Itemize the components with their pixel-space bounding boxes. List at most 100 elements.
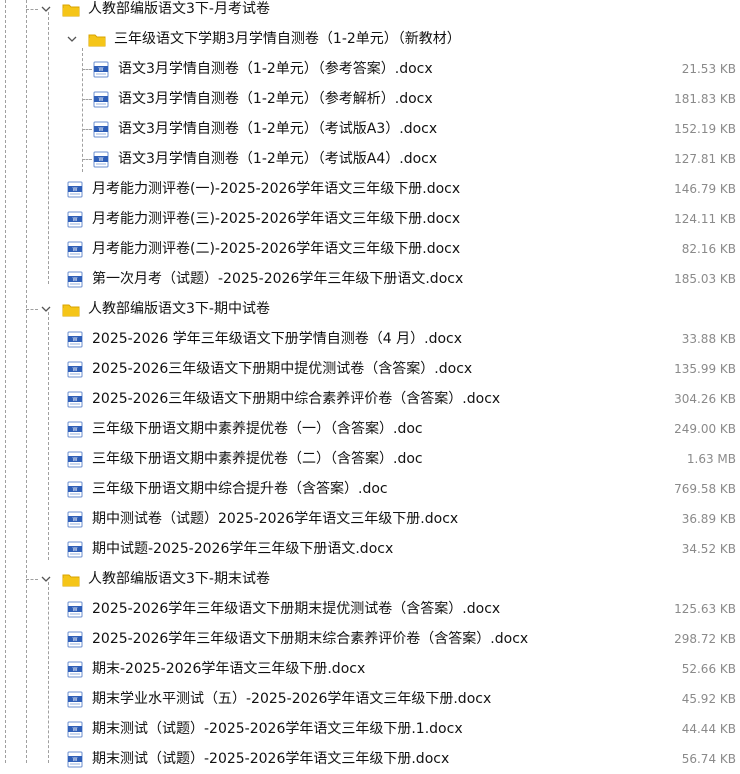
svg-text:W: W bbox=[73, 697, 78, 703]
file-size: 124.11 KB bbox=[674, 212, 736, 226]
file-name: 月考能力测评卷(一)-2025-2026学年语文三年级下册.docx bbox=[92, 181, 461, 197]
tree-file-row[interactable]: W 2025-2026 学年三年级语文下册学情自测卷（4 月）.docx 33.8… bbox=[0, 324, 740, 354]
file-size: 769.58 KB bbox=[674, 482, 736, 496]
word-document-icon: W bbox=[92, 60, 110, 78]
file-name: 第一次月考（试题）-2025-2026学年三年级下册语文.docx bbox=[92, 271, 464, 287]
word-document-icon: W bbox=[66, 600, 84, 618]
svg-text:W: W bbox=[73, 667, 78, 673]
tree-file-row[interactable]: W 三年级下册语文期中综合提升卷（含答案）.doc 769.58 KB bbox=[0, 474, 740, 504]
svg-text:W: W bbox=[99, 127, 104, 133]
word-document-icon: W bbox=[66, 390, 84, 408]
folder-name: 人教部编版语文3下-期中试卷 bbox=[88, 301, 270, 317]
tree-file-row[interactable]: W 期末测试（试题）-2025-2026学年语文三年级下册.1.docx 44.4… bbox=[0, 714, 740, 744]
chevron-down-icon[interactable] bbox=[38, 301, 54, 317]
tree-file-row[interactable]: W 三年级下册语文期中素养提优卷（一）（含答案）.doc 249.00 KB bbox=[0, 414, 740, 444]
file-size: 152.19 KB bbox=[674, 122, 736, 136]
tree-connector-line bbox=[26, 579, 38, 580]
svg-text:W: W bbox=[99, 67, 104, 73]
tree-file-row[interactable]: W 三年级下册语文期中素养提优卷（二）（含答案）.doc 1.63 MB bbox=[0, 444, 740, 474]
svg-text:W: W bbox=[73, 607, 78, 613]
word-document-icon: W bbox=[66, 240, 84, 258]
word-document-icon: W bbox=[66, 360, 84, 378]
svg-text:W: W bbox=[73, 757, 78, 763]
word-document-icon: W bbox=[66, 480, 84, 498]
file-name: 月考能力测评卷(二)-2025-2026学年语文三年级下册.docx bbox=[92, 241, 461, 257]
svg-text:W: W bbox=[73, 337, 78, 343]
word-document-icon: W bbox=[66, 750, 84, 768]
svg-text:W: W bbox=[73, 397, 78, 403]
svg-text:W: W bbox=[73, 517, 78, 523]
tree-connector-line bbox=[26, 309, 38, 310]
file-size: 44.44 KB bbox=[681, 722, 736, 736]
file-size: 45.92 KB bbox=[681, 692, 736, 706]
file-name: 月考能力测评卷(三)-2025-2026学年语文三年级下册.docx bbox=[92, 211, 461, 227]
svg-text:W: W bbox=[73, 487, 78, 493]
file-size: 304.26 KB bbox=[674, 392, 736, 406]
word-document-icon: W bbox=[66, 720, 84, 738]
tree-file-row[interactable]: W 语文3月学情自测卷（1-2单元）（参考答案）.docx 21.53 KB bbox=[0, 54, 740, 84]
file-size: 146.79 KB bbox=[674, 182, 736, 196]
tree-file-row[interactable]: W 语文3月学情自测卷（1-2单元）（参考解析）.docx 181.83 KB bbox=[0, 84, 740, 114]
tree-file-row[interactable]: W 月考能力测评卷(三)-2025-2026学年语文三年级下册.docx 124.… bbox=[0, 204, 740, 234]
file-name: 语文3月学情自测卷（1-2单元）（考试版A3）.docx bbox=[118, 121, 438, 137]
svg-text:W: W bbox=[73, 277, 78, 283]
tree-file-row[interactable]: W 第一次月考（试题）-2025-2026学年三年级下册语文.docx 185.0… bbox=[0, 264, 740, 294]
file-name: 语文3月学情自测卷（1-2单元）（考试版A4）.docx bbox=[118, 151, 438, 167]
tree-file-row[interactable]: W 2025-2026三年级语文下册期中综合素养评价卷（含答案）.docx 304… bbox=[0, 384, 740, 414]
tree-file-row[interactable]: W 2025-2026学年三年级语文下册期末综合素养评价卷（含答案）.docx 2… bbox=[0, 624, 740, 654]
tree-file-row[interactable]: W 期末-2025-2026学年语文三年级下册.docx 52.66 KB bbox=[0, 654, 740, 684]
file-name: 期末学业水平测试（五）-2025-2026学年语文三年级下册.docx bbox=[92, 691, 492, 707]
tree-file-row[interactable]: W 期末测试（试题）-2025-2026学年语文三年级下册.docx 56.74 … bbox=[0, 744, 740, 774]
tree-file-row[interactable]: W 语文3月学情自测卷（1-2单元）（考试版A3）.docx 152.19 KB bbox=[0, 114, 740, 144]
chevron-down-icon[interactable] bbox=[38, 571, 54, 587]
file-size: 52.66 KB bbox=[681, 662, 736, 676]
tree-folder-row[interactable]: 人教部编版语文3下-期末试卷 bbox=[0, 564, 740, 594]
tree-file-row[interactable]: W 语文3月学情自测卷（1-2单元）（考试版A4）.docx 127.81 KB bbox=[0, 144, 740, 174]
folder-icon bbox=[62, 572, 80, 587]
file-name: 2025-2026学年三年级语文下册期末提优测试卷（含答案）.docx bbox=[92, 601, 501, 617]
svg-text:W: W bbox=[73, 637, 78, 643]
file-name: 期末测试（试题）-2025-2026学年语文三年级下册.docx bbox=[92, 751, 450, 767]
tree-connector-line bbox=[82, 129, 92, 130]
inner-guide-line bbox=[82, 48, 83, 172]
file-size: 249.00 KB bbox=[674, 422, 736, 436]
chevron-down-icon[interactable] bbox=[38, 1, 54, 17]
tree-folder-row[interactable]: 人教部编版语文3下-期中试卷 bbox=[0, 294, 740, 324]
file-size: 125.63 KB bbox=[674, 602, 736, 616]
svg-text:W: W bbox=[99, 157, 104, 163]
word-document-icon: W bbox=[66, 420, 84, 438]
file-size: 181.83 KB bbox=[674, 92, 736, 106]
tree-file-row[interactable]: W 2025-2026三年级语文下册期中提优测试卷（含答案）.docx 135.9… bbox=[0, 354, 740, 384]
word-document-icon: W bbox=[66, 630, 84, 648]
file-name: 期末-2025-2026学年语文三年级下册.docx bbox=[92, 661, 366, 677]
file-size: 127.81 KB bbox=[674, 152, 736, 166]
file-name: 2025-2026三年级语文下册期中提优测试卷（含答案）.docx bbox=[92, 361, 473, 377]
tree-connector-line bbox=[82, 99, 92, 100]
file-tree: 人教部编版语文3下-月考试卷 三年级语文下学期3月学情自测卷（1-2单元）（新教… bbox=[0, 0, 740, 768]
tree-file-row[interactable]: W 期末学业水平测试（五）-2025-2026学年语文三年级下册.docx 45.… bbox=[0, 684, 740, 714]
svg-text:W: W bbox=[73, 247, 78, 253]
tree-connector-line bbox=[26, 9, 38, 10]
word-document-icon: W bbox=[66, 540, 84, 558]
inner-guide-line bbox=[48, 582, 49, 763]
tree-file-row[interactable]: W 期中试题-2025-2026学年三年级下册语文.docx 34.52 KB bbox=[0, 534, 740, 564]
word-document-icon: W bbox=[66, 660, 84, 678]
file-name: 三年级下册语文期中素养提优卷（二）（含答案）.doc bbox=[92, 451, 423, 467]
tree-file-row[interactable]: W 期中测试卷（试题）2025-2026学年语文三年级下册.docx 36.89 … bbox=[0, 504, 740, 534]
tree-file-row[interactable]: W 2025-2026学年三年级语文下册期末提优测试卷（含答案）.docx 125… bbox=[0, 594, 740, 624]
svg-text:W: W bbox=[73, 727, 78, 733]
tree-folder-row[interactable]: 三年级语文下学期3月学情自测卷（1-2单元）（新教材） bbox=[0, 24, 740, 54]
tree-folder-row[interactable]: 人教部编版语文3下-月考试卷 bbox=[0, 0, 740, 24]
svg-text:W: W bbox=[73, 217, 78, 223]
file-name: 三年级下册语文期中综合提升卷（含答案）.doc bbox=[92, 481, 388, 497]
folder-icon bbox=[62, 2, 80, 17]
word-document-icon: W bbox=[66, 330, 84, 348]
file-size: 135.99 KB bbox=[674, 362, 736, 376]
tree-file-row[interactable]: W 月考能力测评卷(二)-2025-2026学年语文三年级下册.docx 82.1… bbox=[0, 234, 740, 264]
file-name: 语文3月学情自测卷（1-2单元）（参考解析）.docx bbox=[118, 91, 433, 107]
svg-text:W: W bbox=[73, 187, 78, 193]
file-name: 三年级下册语文期中素养提优卷（一）（含答案）.doc bbox=[92, 421, 423, 437]
tree-file-row[interactable]: W 月考能力测评卷(一)-2025-2026学年语文三年级下册.docx 146.… bbox=[0, 174, 740, 204]
file-name: 2025-2026 学年三年级语文下册学情自测卷（4 月）.docx bbox=[92, 331, 463, 347]
chevron-down-icon[interactable] bbox=[64, 31, 80, 47]
